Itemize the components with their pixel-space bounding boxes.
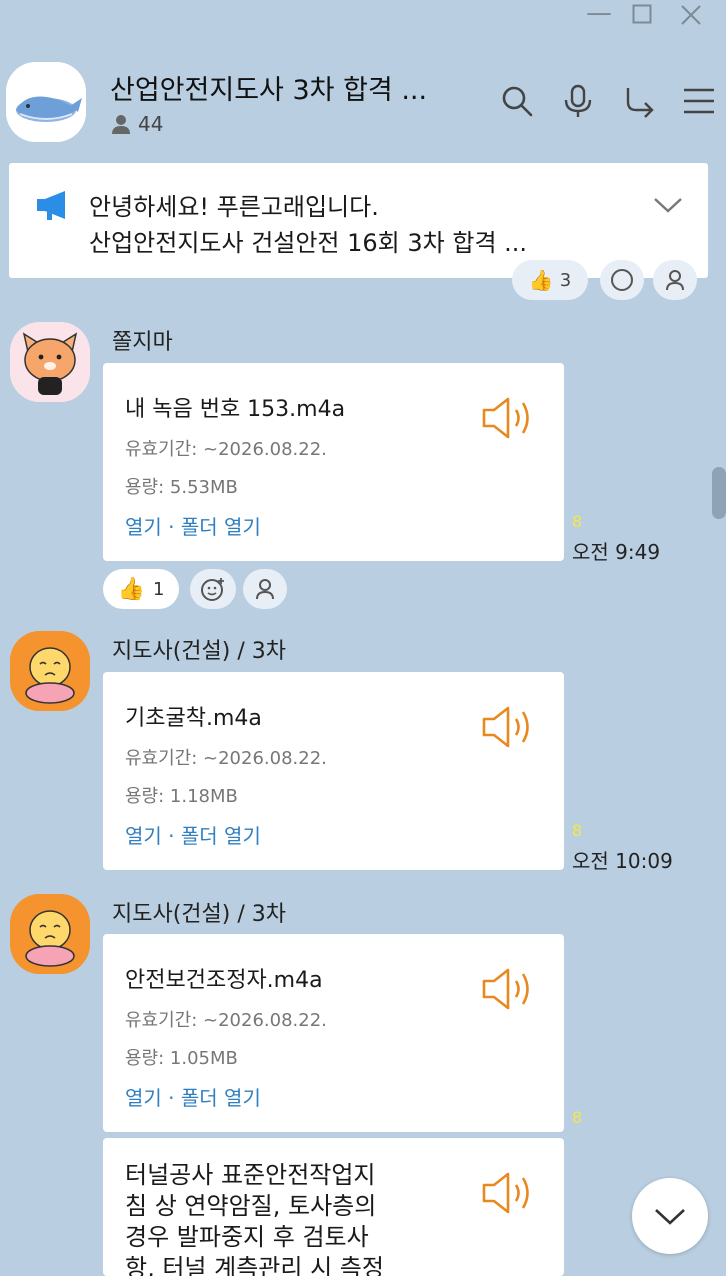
- chevron-down-icon[interactable]: [653, 195, 683, 215]
- room-avatar[interactable]: [6, 62, 86, 142]
- speaker-icon[interactable]: [481, 966, 537, 1012]
- close-icon[interactable]: [680, 4, 702, 31]
- search-icon[interactable]: [500, 84, 534, 118]
- file-size: 용량: 1.05MB: [125, 1048, 238, 1069]
- link-separator: ·: [168, 824, 175, 848]
- file-links: 열기 · 폴더 열기: [125, 820, 261, 849]
- reaction-thumbs-up[interactable]: 👍 1: [103, 569, 179, 609]
- file-message-bubble[interactable]: 내 녹음 번호 153.m4a 유효기간: ~2026.08.22. 용량: 5…: [103, 363, 564, 561]
- chevron-down-icon: [655, 1209, 685, 1225]
- speaker-icon[interactable]: [481, 395, 537, 441]
- reaction-people-button[interactable]: [653, 260, 697, 300]
- avatar[interactable]: [10, 631, 90, 711]
- person-icon: [666, 270, 684, 291]
- unread-count: 8: [572, 821, 583, 840]
- reaction-thumbs-up[interactable]: 👍 3: [512, 260, 588, 300]
- unread-count: 8: [572, 1108, 583, 1127]
- thumbs-up-icon: 👍: [528, 268, 554, 292]
- message-text-line: 터널공사 표준안전작업지: [125, 1161, 376, 1189]
- notice-banner[interactable]: 안녕하세요! 푸른고래입니다. 산업안전지도사 건설안전 16회 3차 합격 .…: [9, 163, 708, 278]
- thumbs-up-icon: 👍: [117, 576, 145, 602]
- file-name: 안전보건조정자.m4a: [125, 968, 323, 993]
- file-links: 열기 · 폴더 열기: [125, 1082, 261, 1111]
- sender-name: 지도사(건설) / 3차: [112, 639, 287, 664]
- link-separator: ·: [168, 1086, 175, 1110]
- open-link[interactable]: 열기: [125, 515, 162, 539]
- person-icon: [256, 579, 274, 600]
- file-name: 내 녹음 번호 153.m4a: [125, 397, 346, 422]
- megaphone-icon: [37, 191, 65, 220]
- reaction-count: 3: [559, 269, 572, 291]
- open-link[interactable]: 열기: [125, 824, 162, 848]
- sender-name: 쫄지마: [112, 330, 173, 355]
- file-links: 열기 · 폴더 열기: [125, 511, 261, 540]
- avatar[interactable]: [10, 894, 90, 974]
- microphone-icon[interactable]: [561, 84, 595, 118]
- speaker-icon[interactable]: [481, 704, 537, 750]
- minimize-icon[interactable]: —: [586, 0, 612, 28]
- speaker-icon[interactable]: [481, 1170, 537, 1216]
- emoji-add-icon: [611, 269, 633, 291]
- window-controls: —: [586, 0, 726, 30]
- message-time: 오전 10:09: [572, 849, 673, 873]
- reaction-people-button[interactable]: [243, 569, 287, 609]
- maximize-icon[interactable]: [632, 4, 652, 29]
- link-separator: ·: [168, 515, 175, 539]
- scroll-to-bottom-button[interactable]: [632, 1178, 708, 1254]
- message-text-line: 경우 발파중지 후 검토사: [125, 1223, 369, 1251]
- message-bubble[interactable]: 터널공사 표준안전작업지 침 상 연약암질, 토사층의 경우 발파중지 후 검토…: [103, 1138, 564, 1276]
- emoji-add-button[interactable]: [190, 569, 236, 609]
- open-folder-link[interactable]: 폴더 열기: [181, 1086, 261, 1110]
- file-message-bubble[interactable]: 안전보건조정자.m4a 유효기간: ~2026.08.22. 용량: 1.05M…: [103, 934, 564, 1132]
- person-icon: [112, 115, 130, 134]
- chat-header: 산업안전지도사 3차 합격 ... 44: [0, 56, 726, 146]
- member-count-value: 44: [138, 112, 164, 136]
- file-expiry: 유효기간: ~2026.08.22.: [125, 439, 327, 460]
- sender-name: 지도사(건설) / 3차: [112, 902, 287, 927]
- file-expiry: 유효기간: ~2026.08.22.: [125, 748, 327, 769]
- scrollbar-thumb[interactable]: [712, 467, 726, 519]
- share-icon[interactable]: [622, 84, 656, 118]
- file-expiry: 유효기간: ~2026.08.22.: [125, 1010, 327, 1031]
- avatar[interactable]: [10, 322, 90, 402]
- message-time: 오전 9:49: [572, 540, 661, 564]
- file-message-bubble[interactable]: 기초굴착.m4a 유효기간: ~2026.08.22. 용량: 1.18MB 열…: [103, 672, 564, 870]
- file-size: 용량: 5.53MB: [125, 477, 238, 498]
- menu-icon[interactable]: [682, 84, 716, 118]
- open-folder-link[interactable]: 폴더 열기: [181, 515, 261, 539]
- file-size: 용량: 1.18MB: [125, 786, 238, 807]
- message-text-line: 침 상 연약암질, 토사층의: [125, 1192, 377, 1220]
- message-text-line: 항, 터널 계측관리 시 측정: [125, 1254, 384, 1276]
- file-name: 기초굴착.m4a: [125, 706, 262, 731]
- open-link[interactable]: 열기: [125, 1086, 162, 1110]
- emoji-add-button[interactable]: [600, 260, 644, 300]
- open-folder-link[interactable]: 폴더 열기: [181, 824, 261, 848]
- reaction-count: 1: [152, 578, 165, 600]
- room-title: 산업안전지도사 3차 합격 ...: [110, 75, 428, 106]
- emoji-add-icon: [201, 578, 224, 601]
- unread-count: 8: [572, 512, 583, 531]
- notice-text-line2: 산업안전지도사 건설안전 16회 3차 합격 ...: [89, 229, 528, 257]
- member-count[interactable]: 44: [110, 112, 163, 136]
- message-text: 터널공사 표준안전작업지 침 상 연약암질, 토사층의 경우 발파중지 후 검토…: [125, 1160, 455, 1276]
- notice-text-line1: 안녕하세요! 푸른고래입니다.: [89, 193, 379, 221]
